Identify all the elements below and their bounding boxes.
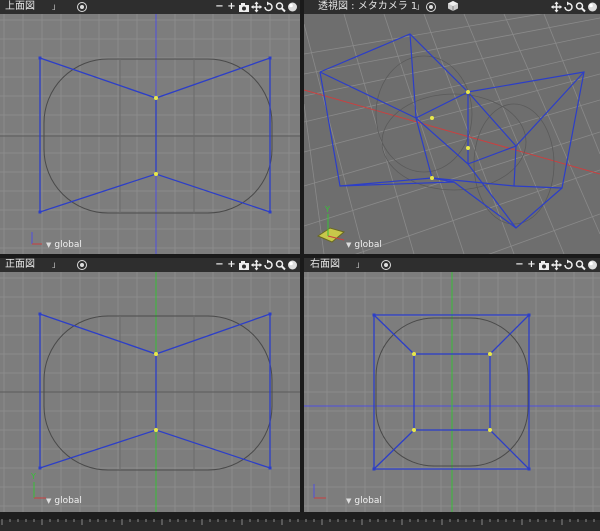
vertex[interactable]: [372, 467, 376, 471]
zoom-in-icon[interactable]: +: [226, 259, 237, 271]
viewport-header: 上面図 」 − +: [0, 0, 300, 14]
shading-sphere-icon[interactable]: [587, 1, 598, 13]
pan-icon[interactable]: [551, 259, 562, 271]
viewport-header: 右面図 」 − +: [304, 258, 600, 272]
vertex[interactable]: [268, 466, 272, 470]
viewport-header: 正面図 」 − +: [0, 258, 300, 272]
view-menu-caret[interactable]: 」: [416, 0, 424, 14]
vertex[interactable]: [268, 210, 272, 214]
bottom-ruler: [0, 512, 600, 525]
vertex[interactable]: [527, 467, 531, 471]
dropdown-arrow-icon: ▼: [346, 497, 352, 505]
pan-icon[interactable]: [551, 1, 562, 13]
selected-vertex[interactable]: [154, 96, 158, 100]
zoom-in-icon[interactable]: +: [526, 259, 537, 271]
front-view-drawing: Y: [0, 272, 300, 512]
viewport-splitter-horizontal[interactable]: [0, 254, 600, 258]
ruler-ticks: [1, 519, 595, 525]
shading-sphere-icon[interactable]: [287, 259, 298, 271]
vertex[interactable]: [38, 210, 42, 214]
selected-vertex[interactable]: [488, 428, 492, 432]
viewport-perspective[interactable]: 透視図 : メタカメラ 1 」 Y ▼ global: [304, 0, 600, 254]
pan-icon[interactable]: [251, 1, 262, 13]
selected-vertex[interactable]: [466, 146, 470, 150]
zoom-icon[interactable]: [575, 1, 586, 13]
zoom-out-icon[interactable]: −: [214, 1, 225, 13]
zoom-icon[interactable]: [275, 1, 286, 13]
coord-system-label[interactable]: ▼ global: [46, 240, 82, 250]
y-axis-label: Y: [30, 472, 36, 481]
vertex[interactable]: [38, 56, 42, 60]
dropdown-arrow-icon: ▼: [46, 241, 52, 249]
shading-sphere-icon[interactable]: [287, 1, 298, 13]
rotate-icon[interactable]: [263, 259, 274, 271]
zoom-icon[interactable]: [275, 259, 286, 271]
viewport-canvas[interactable]: Y ▼ global: [0, 272, 300, 512]
view-menu-caret[interactable]: 」: [52, 258, 60, 272]
view-menu-caret[interactable]: 」: [356, 258, 364, 272]
coord-system-label[interactable]: ▼ global: [346, 240, 382, 250]
dropdown-arrow-icon: ▼: [346, 241, 352, 249]
right-view-drawing: [304, 272, 600, 512]
viewport-right[interactable]: 右面図 」 − + ▼ global: [304, 258, 600, 512]
top-view-drawing: [0, 14, 300, 254]
cube-icon[interactable]: [448, 1, 458, 11]
target-icon[interactable]: [381, 260, 391, 270]
shading-sphere-icon[interactable]: [587, 259, 598, 271]
camera-icon[interactable]: [238, 1, 250, 13]
vertex[interactable]: [527, 313, 531, 317]
viewport-canvas[interactable]: Y ▼ global: [304, 14, 600, 254]
rotate-icon[interactable]: [563, 259, 574, 271]
selected-vertex[interactable]: [412, 428, 416, 432]
y-axis-label: Y: [324, 205, 330, 214]
selected-vertex[interactable]: [154, 172, 158, 176]
viewport-top[interactable]: 上面図 」 − + ▼ global: [0, 0, 300, 254]
camera-icon[interactable]: [238, 259, 250, 271]
viewport-title[interactable]: 右面図: [310, 258, 340, 272]
viewport-title[interactable]: 上面図: [5, 0, 35, 14]
vertex[interactable]: [38, 312, 42, 316]
coord-system-label[interactable]: ▼ global: [346, 496, 382, 506]
viewport-header: 透視図 : メタカメラ 1 」: [304, 0, 600, 14]
rotate-icon[interactable]: [263, 1, 274, 13]
viewport-title[interactable]: 正面図: [5, 258, 35, 272]
zoom-out-icon[interactable]: −: [514, 259, 525, 271]
viewport-title[interactable]: 透視図 : メタカメラ 1: [318, 0, 417, 14]
vertex[interactable]: [372, 313, 376, 317]
target-icon[interactable]: [77, 2, 87, 12]
selected-vertex[interactable]: [488, 352, 492, 356]
selected-vertex[interactable]: [466, 90, 470, 94]
viewport-front[interactable]: 正面図 」 − + Y ▼ global: [0, 258, 300, 512]
target-icon[interactable]: [77, 260, 87, 270]
dropdown-arrow-icon: ▼: [46, 497, 52, 505]
target-icon[interactable]: [426, 2, 436, 12]
zoom-out-icon[interactable]: −: [214, 259, 225, 271]
selected-vertex[interactable]: [412, 352, 416, 356]
vertex[interactable]: [268, 56, 272, 60]
view-menu-caret[interactable]: 」: [52, 0, 60, 14]
selected-vertex[interactable]: [430, 116, 434, 120]
perspective-view-drawing: Y: [304, 14, 600, 254]
selected-vertex[interactable]: [154, 428, 158, 432]
viewport-canvas[interactable]: ▼ global: [0, 14, 300, 254]
zoom-icon[interactable]: [575, 259, 586, 271]
coord-system-label[interactable]: ▼ global: [46, 496, 82, 506]
viewport-canvas[interactable]: ▼ global: [304, 272, 600, 512]
pan-icon[interactable]: [251, 259, 262, 271]
selected-vertex[interactable]: [430, 176, 434, 180]
viewport-splitter-vertical[interactable]: [300, 0, 304, 520]
vertex[interactable]: [38, 466, 42, 470]
zoom-in-icon[interactable]: +: [226, 1, 237, 13]
camera-icon[interactable]: [538, 259, 550, 271]
selected-vertex[interactable]: [154, 352, 158, 356]
rotate-icon[interactable]: [563, 1, 574, 13]
vertex[interactable]: [268, 312, 272, 316]
